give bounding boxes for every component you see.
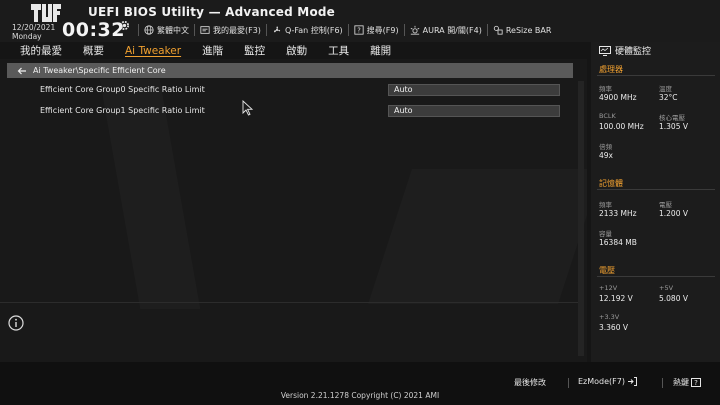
- date-text: 12/20/2021: [12, 23, 56, 32]
- scrollbar[interactable]: [578, 81, 584, 356]
- setting-value-field[interactable]: Auto: [388, 105, 560, 117]
- setting-label: Efficient Core Group1 Specific Ratio Lim…: [40, 106, 205, 115]
- resize-bar-button[interactable]: ReSize BAR: [486, 24, 557, 36]
- language-label: 繁體中文: [157, 25, 189, 35]
- mem-volt-value: 1.200 V: [659, 209, 688, 218]
- last-modified-label: 最後修改: [514, 378, 546, 387]
- favorites-button[interactable]: 我的最愛(F3): [194, 24, 266, 36]
- fan-icon: [273, 26, 281, 33]
- aura-icon: [410, 25, 419, 35]
- v33-value: 3.360 V: [599, 323, 628, 332]
- divider: [597, 75, 715, 76]
- breadcrumb[interactable]: Ai Tweaker\Specific Efficient Core: [7, 63, 573, 78]
- svg-text:?: ?: [357, 27, 361, 35]
- info-icon[interactable]: [8, 315, 24, 331]
- gear-icon[interactable]: [118, 19, 131, 32]
- last-modified-button[interactable]: 最後修改: [514, 377, 546, 388]
- divider: [597, 189, 715, 190]
- tab-favorites[interactable]: 我的最愛: [20, 43, 62, 58]
- tab-exit[interactable]: 離開: [370, 43, 391, 58]
- version-text: Version 2.21.1278 Copyright (C) 2021 AMI: [280, 391, 440, 400]
- aura-button[interactable]: AURA 開/關(F4): [403, 24, 487, 36]
- background-pattern: [368, 169, 587, 304]
- hw-section-voltage: 電壓: [599, 266, 615, 275]
- cpu-temp-label: 溫度: [659, 85, 672, 93]
- setting-value-field[interactable]: Auto: [388, 84, 560, 96]
- clock: 00:32: [62, 19, 125, 41]
- resize-bar-label: ReSize BAR: [505, 25, 552, 35]
- tab-ai-tweaker[interactable]: Ai Tweaker: [125, 45, 181, 57]
- hotkeys-button[interactable]: 熱鍵 ?: [673, 377, 701, 388]
- favorites-icon: [200, 26, 210, 34]
- footer: 最後修改 EzMode(F7) 熱鍵 ? Version 2.21.1278 C…: [0, 362, 720, 405]
- setting-row[interactable]: Efficient Core Group0 Specific Ratio Lim…: [40, 84, 565, 97]
- language-button[interactable]: 繁體中文: [138, 24, 194, 36]
- hw-monitor-title: 硬體監控: [599, 44, 651, 57]
- v5-value: 5.080 V: [659, 294, 688, 303]
- svg-text:?: ?: [694, 379, 698, 387]
- mem-freq-value: 2133 MHz: [599, 209, 637, 218]
- tuf-logo-icon: [31, 4, 61, 22]
- cpu-freq-label: 頻率: [599, 85, 612, 93]
- page-title: UEFI BIOS Utility — Advanced Mode: [88, 5, 336, 19]
- v12-value: 12.192 V: [599, 294, 633, 303]
- setting-label: Efficient Core Group0 Specific Ratio Lim…: [40, 85, 205, 94]
- v33-label: +3.3V: [599, 313, 620, 321]
- tab-boot[interactable]: 啟動: [286, 43, 307, 58]
- v12-label: +12V: [599, 284, 618, 292]
- main-nav: 我的最愛 概要 Ai Tweaker 進階 監控 啟動 工具 離開: [0, 42, 590, 59]
- divider: [662, 378, 663, 388]
- main-panel: Ai Tweaker\Specific Efficient Core Effic…: [0, 59, 587, 362]
- header: UEFI BIOS Utility — Advanced Mode 12/20/…: [0, 0, 720, 42]
- search-label: 搜尋(F9): [366, 25, 399, 35]
- cpu-temp-value: 32°C: [659, 93, 678, 102]
- favorites-label: 我的最愛(F3): [213, 25, 261, 35]
- search-help-icon: ?: [354, 25, 364, 35]
- tab-monitor[interactable]: 監控: [244, 43, 265, 58]
- mem-freq-label: 頻率: [599, 201, 612, 209]
- divider: [597, 276, 715, 277]
- aura-label: AURA 開/關(F4): [422, 25, 482, 35]
- ezmode-label: EzMode(F7): [578, 377, 625, 386]
- resize-bar-icon: [493, 25, 503, 35]
- date-display: 12/20/2021 Monday: [12, 23, 55, 41]
- day-text: Monday: [12, 32, 42, 41]
- mem-cap-value: 16384 MB: [599, 238, 637, 247]
- ratio-value: 49x: [599, 151, 613, 160]
- mouse-pointer-icon: [242, 100, 254, 116]
- monitor-icon: [599, 45, 611, 56]
- globe-icon: [144, 25, 154, 35]
- hardware-monitor-panel: 硬體監控 處理器 頻率 4900 MHz 溫度 32°C BCLK 100.00…: [591, 42, 720, 362]
- tab-tool[interactable]: 工具: [328, 43, 349, 58]
- exit-arrow-icon: [627, 377, 637, 386]
- qfan-button[interactable]: Q-Fan 控制(F6): [265, 24, 348, 36]
- tab-main[interactable]: 概要: [83, 43, 104, 58]
- setting-row[interactable]: Efficient Core Group1 Specific Ratio Lim…: [40, 105, 565, 118]
- divider: [568, 378, 569, 388]
- hotkeys-label: 熱鍵: [673, 378, 689, 387]
- mem-volt-label: 電壓: [659, 201, 672, 209]
- divider: [0, 302, 580, 303]
- cpu-freq-value: 4900 MHz: [599, 93, 637, 102]
- bclk-value: 100.00 MHz: [599, 122, 644, 131]
- hw-monitor-title-text: 硬體監控: [615, 47, 652, 57]
- tab-advanced[interactable]: 進階: [202, 43, 223, 58]
- hw-section-memory: 記憶體: [599, 179, 623, 188]
- vcore-value: 1.305 V: [659, 122, 688, 131]
- back-arrow-icon: [17, 67, 26, 74]
- breadcrumb-text: Ai Tweaker\Specific Efficient Core: [33, 66, 166, 75]
- toolbar: 繁體中文 我的最愛(F3) Q-Fan 控制(F6) ? 搜尋(F9) AURA…: [138, 23, 556, 37]
- search-button[interactable]: ? 搜尋(F9): [347, 24, 404, 36]
- vcore-label: 核心電壓: [659, 114, 685, 122]
- ezmode-button[interactable]: EzMode(F7): [578, 377, 637, 386]
- hw-section-cpu: 處理器: [599, 65, 623, 74]
- help-icon: ?: [691, 378, 701, 387]
- mem-cap-label: 容量: [599, 230, 612, 238]
- qfan-label: Q-Fan 控制(F6): [284, 25, 343, 35]
- ratio-label: 倍頻: [599, 143, 612, 151]
- v5-label: +5V: [659, 284, 674, 292]
- bclk-label: BCLK: [599, 112, 616, 120]
